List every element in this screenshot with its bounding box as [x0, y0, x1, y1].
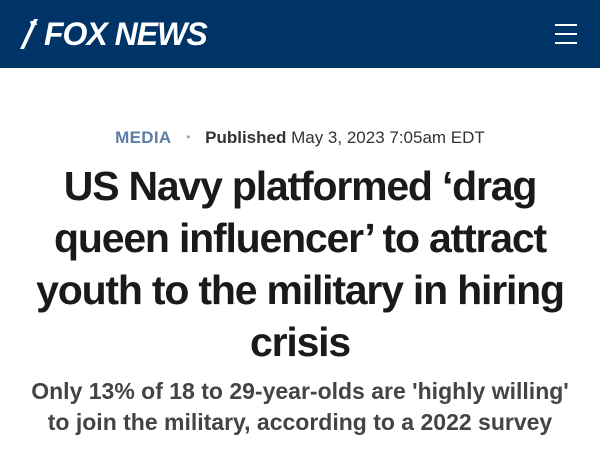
fox-news-logo[interactable]: FOX NEWS: [18, 13, 208, 55]
logo-text: FOX NEWS: [44, 16, 208, 52]
article-meta: MEDIA • Published May 3, 2023 7:05am EDT: [0, 125, 600, 150]
site-header: FOX NEWS: [0, 0, 600, 68]
article-subheadline: Only 13% of 18 to 29-year-olds are 'high…: [31, 378, 569, 435]
hamburger-menu-icon[interactable]: [548, 18, 584, 50]
meta-separator: •: [186, 130, 191, 144]
category-link[interactable]: MEDIA: [115, 128, 171, 147]
article-headline: US Navy platformed ‘drag queen influence…: [36, 163, 565, 365]
published-date: May 3, 2023 7:05am EDT: [291, 128, 485, 147]
published-label: Published: [205, 128, 287, 147]
